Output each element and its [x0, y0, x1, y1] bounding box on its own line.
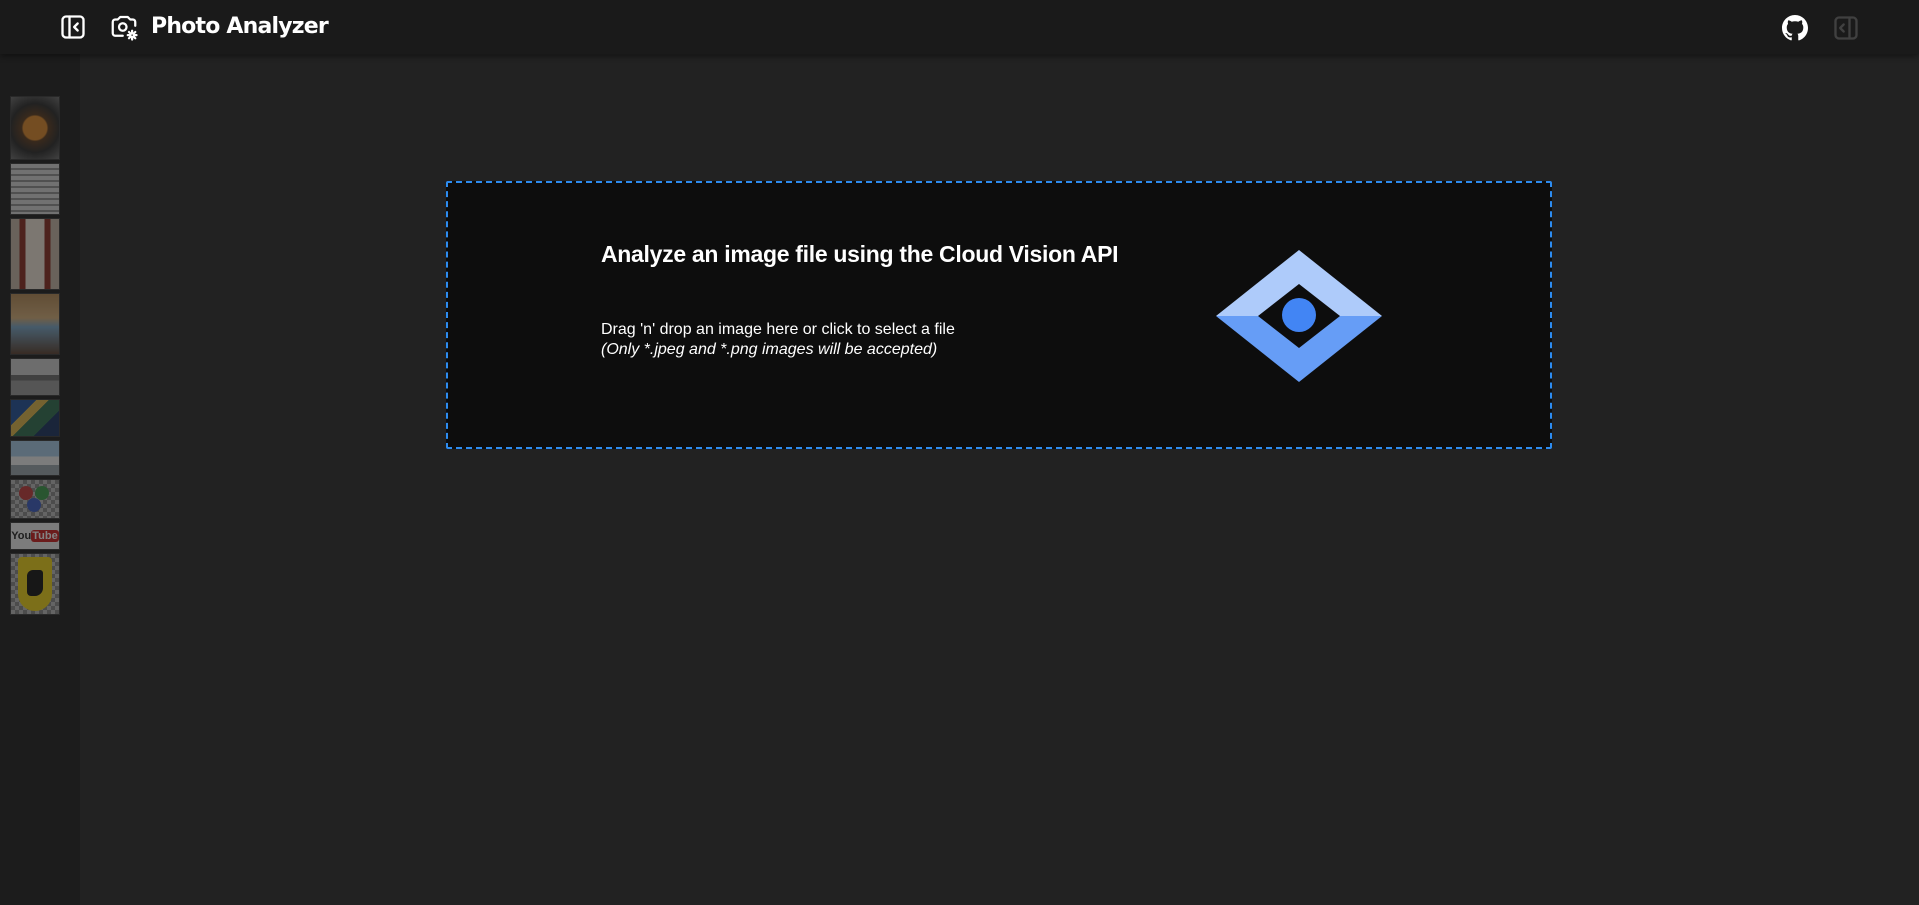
top-bar: Photo Analyzer: [0, 0, 1919, 54]
image-sidebar: YouTube: [0, 54, 80, 905]
youtube-logo-thumbnail[interactable]: YouTube: [10, 522, 60, 550]
landscape-thumbnail[interactable]: [10, 358, 60, 396]
image-dropzone[interactable]: Analyze an image file using the Cloud Vi…: [446, 181, 1552, 449]
building-facade-thumbnail[interactable]: [10, 218, 60, 290]
city-thumbnail[interactable]: [10, 440, 60, 476]
document-thumbnail[interactable]: [10, 163, 60, 215]
panel-toggle-icon[interactable]: [1831, 13, 1861, 43]
youtube-logo-label-tube: Tube: [31, 530, 59, 542]
emoji-thumbnail[interactable]: [10, 479, 60, 519]
youtube-logo-label: YouTube: [11, 530, 59, 542]
ferrari-logo-thumbnail[interactable]: [10, 553, 60, 615]
food-bowl-thumbnail[interactable]: [10, 96, 60, 160]
dropzone-instructions: Drag 'n' drop an image here or click to …: [601, 321, 955, 338]
painting-thumbnail[interactable]: [10, 399, 60, 437]
thumbnail-list: YouTube: [10, 96, 60, 615]
sidebar-collapse-icon[interactable]: [58, 12, 88, 42]
app-title: Photo Analyzer: [151, 14, 329, 39]
dropzone-heading: Analyze an image file using the Cloud Vi…: [601, 241, 1119, 267]
interior-thumbnail[interactable]: [10, 293, 60, 355]
camera-settings-icon: [108, 11, 140, 43]
github-icon[interactable]: [1780, 13, 1810, 43]
youtube-logo-label-you: You: [11, 530, 32, 542]
cloud-vision-logo-icon: [1214, 248, 1384, 384]
accepted-formats-note: (Only *.jpeg and *.png images will be ac…: [601, 341, 938, 358]
